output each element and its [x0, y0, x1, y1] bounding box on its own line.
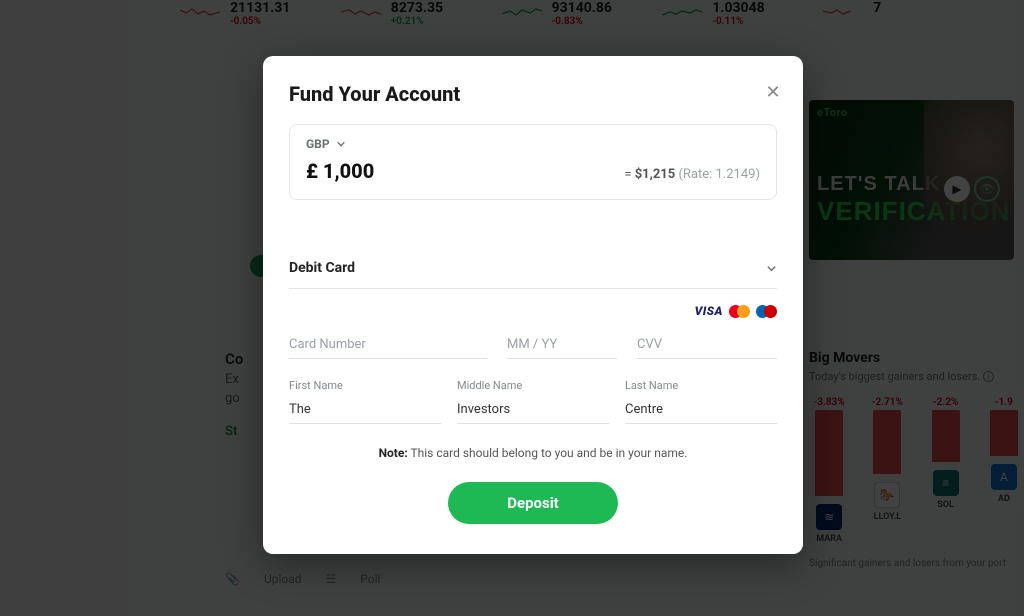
currency-code: GBP [306, 137, 330, 151]
first-name-label: First Name [289, 379, 441, 392]
fund-account-modal: ✕ Fund Your Account GBP £ 1,000 = $1,215… [263, 56, 803, 554]
last-name-label: Last Name [625, 379, 777, 392]
first-name-input[interactable] [289, 394, 441, 424]
chevron-down-icon [766, 263, 777, 274]
maestro-logo [756, 303, 777, 319]
amount-input[interactable]: £ 1,000 [306, 159, 374, 183]
modal-title: Fund Your Account [289, 82, 777, 106]
amount-panel: GBP £ 1,000 = $1,215 (Rate: 1.2149) [289, 124, 777, 200]
deposit-button[interactable]: Deposit [448, 482, 618, 524]
visa-logo: VISA [695, 303, 723, 319]
last-name-input[interactable] [625, 394, 777, 424]
card-number-input[interactable] [289, 329, 487, 359]
payment-method-label: Debit Card [289, 260, 355, 276]
middle-name-input[interactable] [457, 394, 609, 424]
card-owner-note: Note: This card should belong to you and… [289, 446, 777, 460]
payment-method-selector[interactable]: Debit Card [289, 260, 777, 289]
card-expiry-input[interactable] [507, 329, 617, 359]
mastercard-logo [729, 303, 750, 319]
converted-amount: = $1,215 (Rate: 1.2149) [624, 167, 760, 182]
currency-selector[interactable]: GBP [306, 137, 760, 151]
middle-name-label: Middle Name [457, 379, 609, 392]
card-cvv-input[interactable] [637, 329, 777, 359]
card-brand-row: VISA [289, 303, 777, 319]
close-icon[interactable]: ✕ [761, 80, 785, 104]
chevron-down-icon [336, 139, 346, 149]
